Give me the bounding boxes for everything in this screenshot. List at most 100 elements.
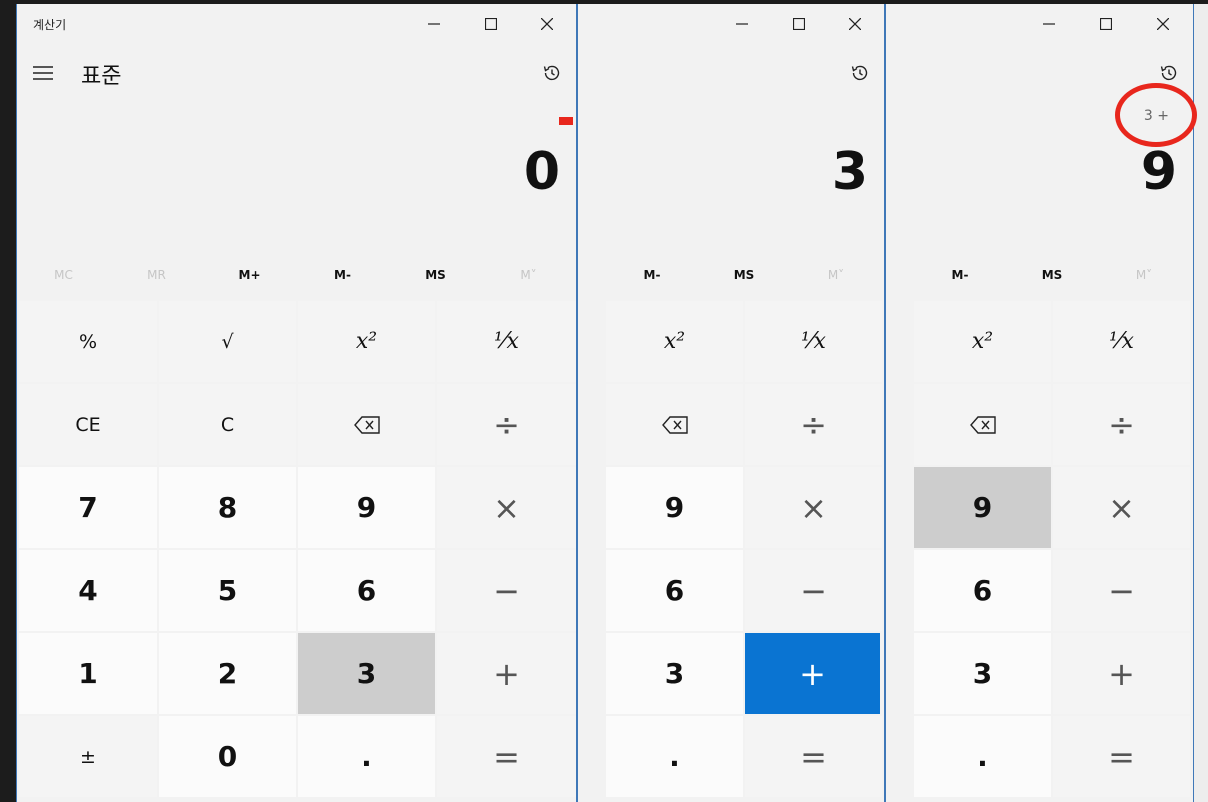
digit-2-key[interactable]: 2 bbox=[159, 633, 296, 714]
close-button[interactable] bbox=[525, 9, 569, 39]
calculator-window-2: 3 M- MS M˅ x² ⅟x ÷ 9 × 6 − 3 + . = bbox=[577, 4, 885, 802]
memory-recall-button[interactable]: MR bbox=[110, 256, 203, 294]
reciprocal-key[interactable]: ⅟x bbox=[745, 301, 882, 382]
close-button[interactable] bbox=[1141, 9, 1185, 39]
backspace-key[interactable] bbox=[606, 384, 743, 465]
memory-list-button[interactable]: M˅ bbox=[1098, 256, 1190, 294]
digit-6-key[interactable]: 6 bbox=[606, 550, 743, 631]
percent-key[interactable]: % bbox=[19, 301, 157, 382]
digit-3-key[interactable]: 3 bbox=[914, 633, 1051, 714]
calculator-window-1: 계산기 표준 0 MC MR M+ M- MS M˅ % √ x² ⅟x CE … bbox=[16, 4, 577, 802]
maximize-button[interactable] bbox=[777, 9, 821, 39]
annotation-circle bbox=[1115, 83, 1197, 147]
multiply-key[interactable]: × bbox=[745, 467, 882, 548]
history-icon bbox=[1160, 65, 1177, 81]
digit-3-key[interactable]: 3 bbox=[298, 633, 435, 714]
minimize-icon bbox=[736, 23, 748, 25]
clear-entry-key[interactable]: CE bbox=[19, 384, 157, 465]
memory-store-button[interactable]: MS bbox=[389, 256, 482, 294]
square-key[interactable]: x² bbox=[914, 301, 1051, 382]
maximize-icon bbox=[485, 18, 497, 30]
minimize-icon bbox=[1043, 23, 1055, 25]
minimize-button[interactable] bbox=[1027, 9, 1071, 39]
app-title: 계산기 bbox=[33, 18, 67, 32]
memory-store-button[interactable]: MS bbox=[1006, 256, 1098, 294]
title-bar[interactable]: 계산기 bbox=[17, 4, 576, 44]
result-display: 0 bbox=[523, 142, 560, 202]
memory-subtract-button[interactable]: M- bbox=[914, 256, 1006, 294]
hamburger-menu-icon bbox=[33, 66, 53, 80]
digit-5-key[interactable]: 5 bbox=[159, 550, 296, 631]
clear-key[interactable]: C bbox=[159, 384, 296, 465]
subtract-key[interactable]: − bbox=[437, 550, 576, 631]
close-icon bbox=[849, 18, 861, 30]
decimal-key[interactable]: . bbox=[606, 716, 743, 797]
square-key[interactable]: x² bbox=[606, 301, 743, 382]
backspace-key[interactable] bbox=[298, 384, 435, 465]
equals-key[interactable]: = bbox=[1053, 716, 1190, 797]
equals-key[interactable]: = bbox=[745, 716, 882, 797]
digit-4-key[interactable]: 4 bbox=[19, 550, 157, 631]
maximize-button[interactable] bbox=[1084, 9, 1128, 39]
memory-list-button[interactable]: M˅ bbox=[790, 256, 882, 294]
minimize-button[interactable] bbox=[412, 9, 456, 39]
maximize-icon bbox=[793, 18, 805, 30]
annotation-marker bbox=[559, 117, 573, 125]
close-button[interactable] bbox=[833, 9, 877, 39]
multiply-key[interactable]: × bbox=[437, 467, 576, 548]
digit-3-key[interactable]: 3 bbox=[606, 633, 743, 714]
hamburger-menu-button[interactable] bbox=[31, 62, 55, 84]
add-key[interactable]: + bbox=[437, 633, 576, 714]
memory-store-button[interactable]: MS bbox=[698, 256, 790, 294]
backspace-icon bbox=[353, 415, 380, 434]
digit-0-key[interactable]: 0 bbox=[159, 716, 296, 797]
digit-9-key[interactable]: 9 bbox=[606, 467, 743, 548]
history-icon bbox=[543, 65, 560, 81]
divide-key[interactable]: ÷ bbox=[745, 384, 882, 465]
reciprocal-key[interactable]: ⅟x bbox=[437, 301, 576, 382]
subtract-key[interactable]: − bbox=[745, 550, 882, 631]
equals-key[interactable]: = bbox=[437, 716, 576, 797]
negate-key[interactable]: ± bbox=[19, 716, 157, 797]
digit-8-key[interactable]: 8 bbox=[159, 467, 296, 548]
digit-6-key[interactable]: 6 bbox=[298, 550, 435, 631]
divide-key[interactable]: ÷ bbox=[1053, 384, 1190, 465]
reciprocal-key[interactable]: ⅟x bbox=[1053, 301, 1190, 382]
history-icon bbox=[851, 65, 868, 81]
backspace-key[interactable] bbox=[914, 384, 1051, 465]
add-key[interactable]: + bbox=[745, 633, 880, 714]
history-button[interactable] bbox=[849, 62, 871, 84]
add-key[interactable]: + bbox=[1053, 633, 1190, 714]
memory-row: MC MR M+ M- MS M˅ bbox=[17, 256, 576, 294]
multiply-key[interactable]: × bbox=[1053, 467, 1190, 548]
subtract-key[interactable]: − bbox=[1053, 550, 1190, 631]
history-button[interactable] bbox=[541, 62, 563, 84]
memory-list-button[interactable]: M˅ bbox=[482, 256, 575, 294]
maximize-button[interactable] bbox=[469, 9, 513, 39]
title-bar[interactable] bbox=[578, 4, 884, 44]
memory-clear-button[interactable]: MC bbox=[17, 256, 110, 294]
square-key[interactable]: x² bbox=[298, 301, 435, 382]
digit-9-key[interactable]: 9 bbox=[914, 467, 1051, 548]
divide-key[interactable]: ÷ bbox=[437, 384, 576, 465]
digit-7-key[interactable]: 7 bbox=[19, 467, 157, 548]
decimal-key[interactable]: . bbox=[298, 716, 435, 797]
memory-subtract-button[interactable]: M- bbox=[606, 256, 698, 294]
memory-subtract-button[interactable]: M- bbox=[296, 256, 389, 294]
history-button[interactable] bbox=[1158, 62, 1180, 84]
square-root-key[interactable]: √ bbox=[159, 301, 296, 382]
digit-1-key[interactable]: 1 bbox=[19, 633, 157, 714]
title-bar[interactable] bbox=[886, 4, 1193, 44]
close-icon bbox=[1157, 18, 1169, 30]
memory-add-button[interactable]: M+ bbox=[203, 256, 296, 294]
minimize-icon bbox=[428, 23, 440, 25]
digit-6-key[interactable]: 6 bbox=[914, 550, 1051, 631]
result-display: 9 bbox=[1140, 142, 1177, 202]
memory-row: M- MS M˅ bbox=[578, 256, 884, 294]
decimal-key[interactable]: . bbox=[914, 716, 1051, 797]
mode-title: 표준 bbox=[81, 64, 122, 89]
close-icon bbox=[541, 18, 553, 30]
minimize-button[interactable] bbox=[720, 9, 764, 39]
backspace-icon bbox=[661, 415, 688, 434]
digit-9-key[interactable]: 9 bbox=[298, 467, 435, 548]
